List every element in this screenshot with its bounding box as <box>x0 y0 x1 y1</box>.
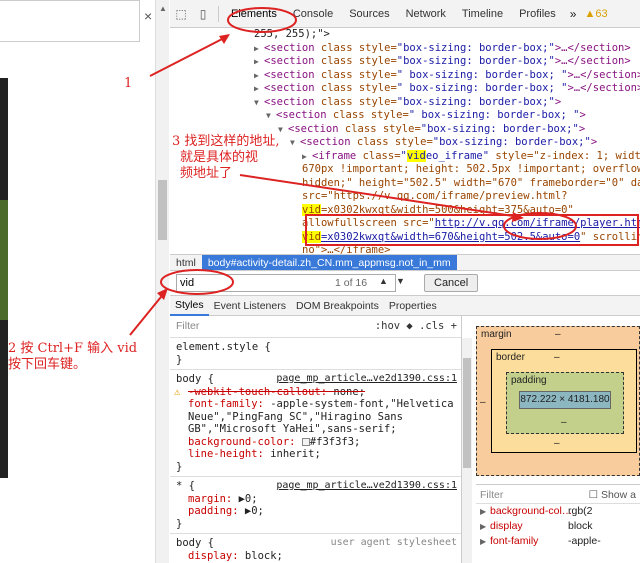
tab-timeline[interactable]: Timeline <box>454 0 511 28</box>
cancel-button[interactable]: Cancel <box>424 274 479 292</box>
dom-node[interactable]: ▶ <section class style=" box-sizing: bord… <box>170 69 640 83</box>
dom-node[interactable]: 255, 255);"> <box>170 28 640 42</box>
scrollbar-thumb[interactable] <box>463 358 471 468</box>
iframe-attr-line: no">…</iframe> <box>302 244 391 254</box>
dom-node[interactable]: ▼ <section class style="box-sizing: borde… <box>170 96 640 110</box>
next-match-icon[interactable]: ▼ <box>396 276 405 286</box>
rule-close: } <box>176 460 183 473</box>
computed-row[interactable]: ▶ font-family -apple- <box>476 534 640 549</box>
style-property[interactable]: ⚠ -webkit-touch-callout: none; <box>174 385 455 399</box>
expand-toggle-icon[interactable]: ▼ <box>254 96 264 110</box>
more-tabs-icon[interactable]: » <box>564 7 583 21</box>
computed-pane: Filter ☐ Show a ▶ background-col… rgb(2 ▶ di… <box>476 484 640 563</box>
dom-node[interactable]: ▼ <section class style=" box-sizing: bord… <box>170 109 640 123</box>
rule-star: * { page_mp_article…ve2d1390.css:1 margi… <box>170 477 461 534</box>
styles-scrollbar[interactable] <box>462 338 472 563</box>
iframe-attr-line: src="https://v.qq.com/iframe/preview.htm… <box>302 190 568 202</box>
style-property[interactable]: display: block; <box>176 550 455 563</box>
style-property[interactable]: Neue","PingFang SC","Hiragino Sans <box>176 411 455 424</box>
style-property[interactable]: margin: ▶0; <box>176 493 455 506</box>
page-scrollbar[interactable]: ▲ <box>155 0 169 563</box>
tab-sources[interactable]: Sources <box>341 0 397 28</box>
scrollbar-thumb[interactable] <box>158 180 167 240</box>
source-link[interactable]: page_mp_article…ve2d1390.css:1 <box>276 480 457 493</box>
breadcrumb-body[interactable]: body#activity-detail.zh_CN.mm_appmsg.not… <box>201 254 457 271</box>
style-property[interactable]: background-color: #f3f3f3; <box>176 436 455 449</box>
iframe-attr-line: vid=x0302kwxqt&width=500&height=375&auto… <box>302 203 574 216</box>
scroll-up-icon[interactable]: ▲ <box>159 4 167 13</box>
expand-toggle-icon[interactable]: ▶ <box>254 69 264 83</box>
style-property[interactable]: padding: ▶0; <box>176 505 455 518</box>
selector: element.style { <box>176 341 271 353</box>
tab-properties[interactable]: Properties <box>384 300 442 312</box>
expand-toggle-icon[interactable]: ▼ <box>266 109 276 123</box>
devtools-tabbar: ⬚ ▯ Elements Console Sources Network Tim… <box>170 0 640 28</box>
warning-icon: ⚠ <box>174 385 181 398</box>
find-bar: 1 of 16 ▲ ▼ Cancel <box>170 270 640 296</box>
tab-event-listeners[interactable]: Event Listeners <box>209 300 291 312</box>
computed-row[interactable]: ▶ display block <box>476 519 640 534</box>
styles-toolbar[interactable]: :hov ◆ .cls + <box>375 320 457 333</box>
device-mode-icon[interactable]: ▯ <box>192 0 214 28</box>
computed-row[interactable]: ▶ background-col… rgb(2 <box>476 504 640 519</box>
styles-subtabs: Styles Event Listeners DOM Breakpoints P… <box>170 296 640 316</box>
dom-node[interactable]: ▶ <section class style="box-sizing: borde… <box>170 55 640 69</box>
page-header-box <box>0 0 140 42</box>
annotation-step-2: 2 按 Ctrl+F 输入 vid 按下回车键。 <box>8 341 138 372</box>
rule-body: body { page_mp_article…ve2d1390.css:1 ⚠ -… <box>170 370 461 477</box>
prev-match-icon[interactable]: ▲ <box>379 276 388 286</box>
tab-console[interactable]: Console <box>285 0 341 28</box>
box-border: border – – padding – 872.222 × 4181.180 <box>491 349 637 453</box>
rule-close: } <box>176 517 183 530</box>
style-property[interactable]: font-family: -apple-system-font,"Helveti… <box>176 398 455 411</box>
tab-styles[interactable]: Styles <box>170 296 209 316</box>
dom-node[interactable]: ▶ <section class style="box-sizing: borde… <box>170 42 640 56</box>
styles-pane: Filter :hov ◆ .cls + element.style { } b… <box>170 316 462 563</box>
tab-separator <box>218 5 219 22</box>
rule-user-agent: body { user agent stylesheet display: bl… <box>170 534 461 563</box>
rule-close: } <box>176 353 183 366</box>
box-margin: margin – – border – – padding – 872.222 … <box>476 326 640 476</box>
box-content-size: 872.222 × 4181.180 <box>519 391 611 409</box>
style-property[interactable]: GB","Microsoft YaHei",sans-serif; <box>176 423 455 436</box>
rule-element-style: element.style { } <box>170 338 461 370</box>
warning-count-badge[interactable]: ▲63 <box>582 8 609 20</box>
match-count: 1 of 16 <box>335 277 368 289</box>
tab-dom-breakpoints[interactable]: DOM Breakpoints <box>291 300 384 312</box>
inspect-cursor-icon[interactable]: ⬚ <box>170 0 192 28</box>
devtools-panel: ⬚ ▯ Elements Console Sources Network Tim… <box>170 0 640 563</box>
iframe-attr-line: allowfullscreen src="http://v.qq.com/ifr… <box>302 217 640 229</box>
color-swatch[interactable] <box>301 437 310 446</box>
close-icon[interactable]: × <box>144 8 152 24</box>
iframe-attr-line: vid=x0302kwxqt&width=670&height=502.5&au… <box>302 230 640 243</box>
expand-toggle-icon[interactable]: ▼ <box>290 136 300 150</box>
expand-toggle-icon[interactable]: ▶ <box>254 55 264 69</box>
expand-toggle-icon[interactable]: ▶ <box>254 82 264 96</box>
source-link[interactable]: page_mp_article…ve2d1390.css:1 <box>276 373 457 386</box>
styles-filter-placeholder: Filter <box>176 320 200 333</box>
dom-node[interactable]: ▶ <section class style=" box-sizing: bord… <box>170 82 640 96</box>
annotation-step-1: 1 <box>124 76 133 91</box>
breadcrumb: html body#activity-detail.zh_CN.mm_appms… <box>170 254 640 271</box>
annotation-step-3: 3 找到这样的地址, 就是具体的视 频地址了 <box>172 134 280 182</box>
page-image-strip-green <box>0 200 8 320</box>
box-padding: padding – 872.222 × 4181.180 <box>506 372 624 434</box>
styles-filter[interactable]: Filter :hov ◆ .cls + <box>170 316 461 338</box>
source-label: user agent stylesheet <box>330 537 457 548</box>
computed-filter[interactable]: Filter ☐ Show a <box>476 484 640 504</box>
tab-profiles[interactable]: Profiles <box>511 0 564 28</box>
style-property[interactable]: line-height: inherit; <box>176 448 455 461</box>
expand-toggle-icon[interactable]: ▶ <box>254 42 264 56</box>
show-all-checkbox[interactable]: ☐ Show a <box>589 488 636 502</box>
tab-network[interactable]: Network <box>398 0 454 28</box>
box-model: margin – – border – – padding – 872.222 … <box>476 326 640 476</box>
tab-elements[interactable]: Elements <box>223 0 285 28</box>
breadcrumb-html[interactable]: html <box>170 257 202 269</box>
